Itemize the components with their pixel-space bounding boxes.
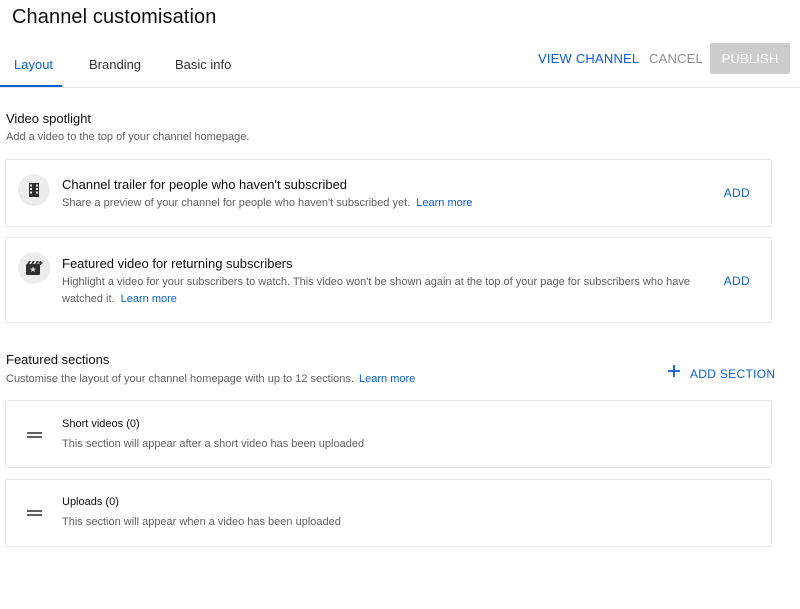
tab-layout[interactable]: Layout: [14, 57, 53, 72]
channel-trailer-title: Channel trailer for people who haven't s…: [62, 177, 348, 192]
uploads-section-card: Uploads (0) This section will appear whe…: [5, 479, 772, 547]
film-icon: [18, 174, 50, 206]
featured-video-card: Featured video for returning subscribers…: [5, 237, 772, 323]
publish-button[interactable]: PUBLISH: [710, 43, 790, 74]
uploads-section-count: (0): [105, 496, 119, 508]
uploads-section-description: This section will appear when a video ha…: [62, 516, 341, 528]
video-spotlight-title: Video spotlight: [6, 111, 92, 126]
channel-trailer-description-text: Share a preview of your channel for peop…: [62, 197, 411, 209]
featured-sections-subtitle: Customise the layout of your channel hom…: [6, 373, 415, 385]
featured-video-description: Highlight a video for your subscribers t…: [62, 274, 722, 308]
featured-sections-learn-more-link[interactable]: Learn more: [359, 373, 415, 385]
featured-sections-title: Featured sections: [6, 352, 110, 367]
uploads-section-name: Uploads: [62, 496, 103, 508]
cancel-button[interactable]: CANCEL: [649, 51, 703, 66]
channel-trailer-learn-more-link[interactable]: Learn more: [416, 197, 472, 209]
featured-video-title: Featured video for returning subscribers: [62, 256, 293, 271]
page-header: Channel customisation Layout Branding Ba…: [0, 0, 800, 88]
short-videos-section-description: This section will appear after a short v…: [62, 438, 365, 450]
tab-branding[interactable]: Branding: [89, 57, 141, 72]
short-videos-section-count: (0): [126, 418, 140, 430]
video-spotlight-subtitle: Add a video to the top of your channel h…: [6, 131, 250, 143]
short-videos-section-card: Short videos (0) This section will appea…: [5, 400, 772, 468]
short-videos-section-name: Short videos: [62, 418, 124, 430]
short-videos-section-title: Short videos (0): [62, 418, 140, 430]
plus-icon: [666, 363, 682, 384]
featured-video-icon: [18, 252, 50, 284]
add-channel-trailer-button[interactable]: ADD: [724, 186, 750, 200]
featured-sections-subtitle-text: Customise the layout of your channel hom…: [6, 373, 354, 385]
drag-handle-icon[interactable]: [27, 510, 42, 516]
tab-basic-info[interactable]: Basic info: [175, 57, 231, 72]
add-section-label: ADD SECTION: [690, 366, 776, 381]
add-featured-video-button[interactable]: ADD: [724, 274, 750, 288]
channel-trailer-description: Share a preview of your channel for peop…: [62, 195, 473, 212]
channel-trailer-card: Channel trailer for people who haven't s…: [5, 159, 772, 227]
page-title: Channel customisation: [12, 6, 217, 28]
drag-handle-icon[interactable]: [27, 432, 42, 438]
active-tab-indicator: [0, 85, 62, 87]
uploads-section-title: Uploads (0): [62, 496, 119, 508]
featured-video-learn-more-link[interactable]: Learn more: [121, 293, 177, 305]
view-channel-button[interactable]: VIEW CHANNEL: [538, 51, 639, 66]
add-section-button[interactable]: ADD SECTION: [666, 363, 775, 384]
